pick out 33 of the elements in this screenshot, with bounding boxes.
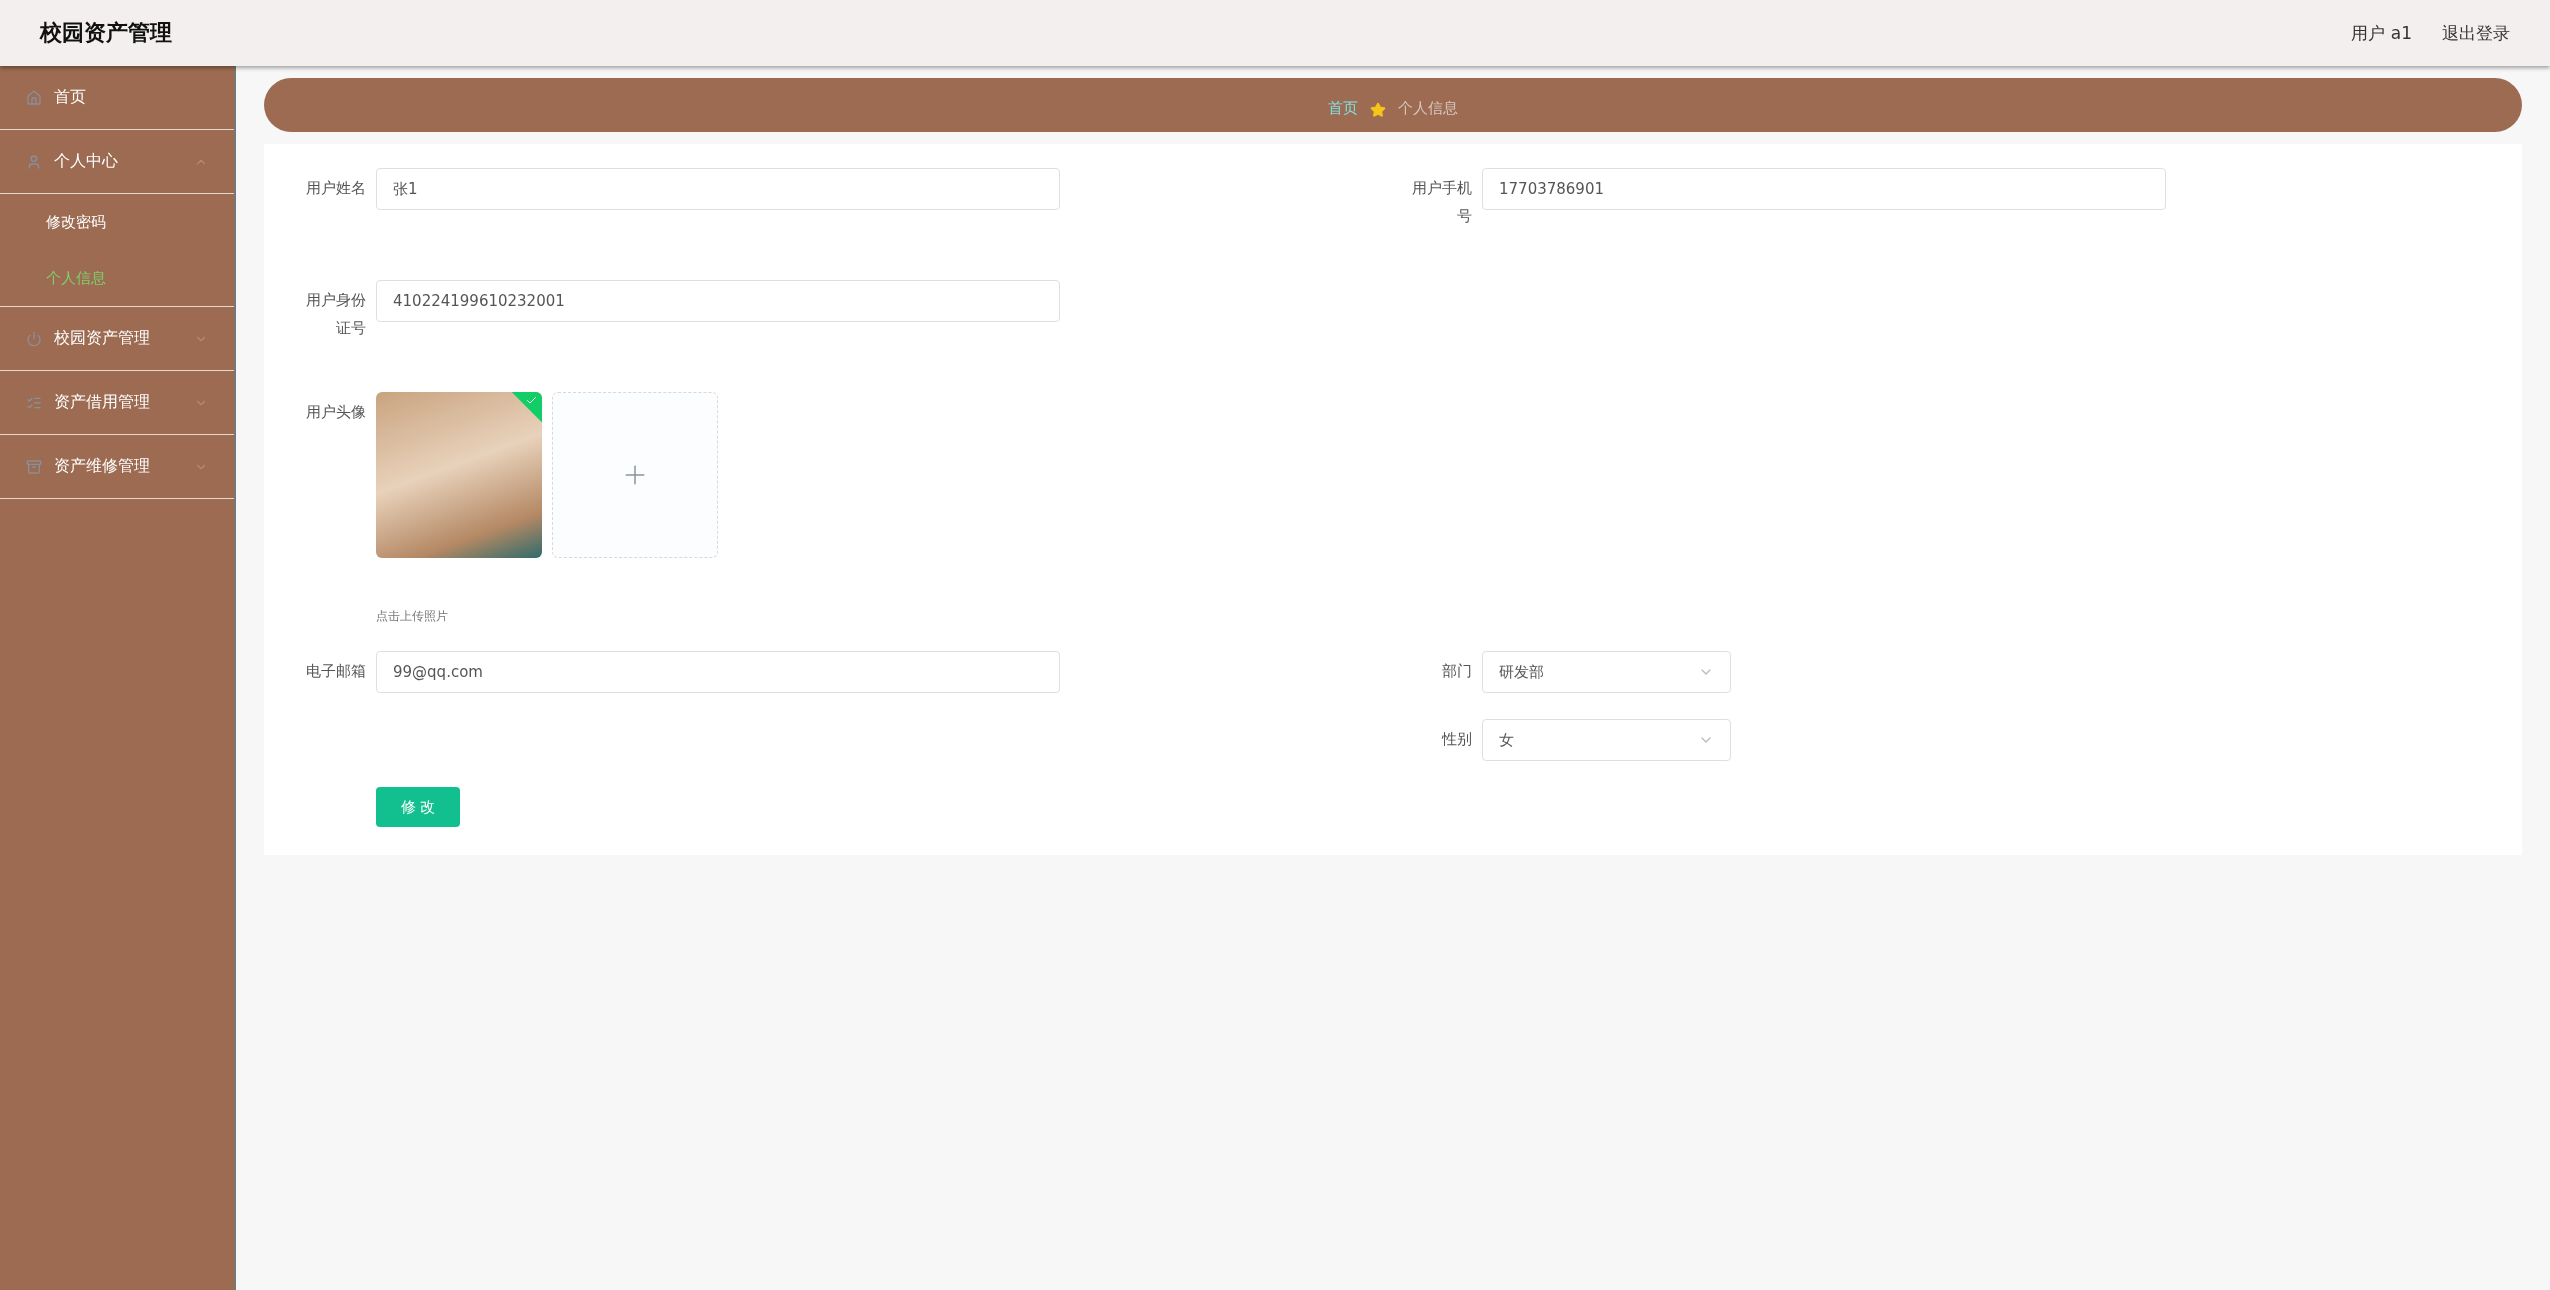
sidebar-item[interactable]: 资产借用管理	[0, 371, 234, 435]
field-label: 用户手机号	[1411, 178, 1472, 227]
text-field[interactable]: 99@qq.com	[376, 651, 1060, 693]
field-label: 用户头像	[305, 402, 366, 423]
star-icon	[1370, 102, 1386, 118]
field-label: 用户姓名	[305, 178, 366, 199]
power-icon	[26, 330, 42, 347]
upload-hint: 点击上传照片	[376, 608, 449, 625]
logout-link[interactable]: 退出登录	[2442, 21, 2510, 45]
sidebar-item[interactable]: 首页	[0, 66, 234, 130]
house-icon	[26, 89, 42, 106]
upload-box[interactable]	[552, 392, 718, 558]
sidebar-subitem[interactable]: 修改密码	[0, 194, 234, 250]
breadcrumb-current: 个人信息	[1398, 99, 1458, 118]
user-name: 用户 a1	[2351, 21, 2412, 45]
user-icon	[26, 153, 42, 170]
sidebar-item[interactable]: 资产维修管理	[0, 435, 234, 499]
field-label: 部门	[1441, 661, 1472, 682]
sidebar-item[interactable]: 校园资产管理	[0, 307, 234, 371]
app-title: 校园资产管理	[40, 19, 172, 47]
field-label: 电子邮箱	[305, 661, 366, 682]
sidebar-subitem[interactable]: 个人信息	[0, 250, 234, 306]
field-label: 性别	[1440, 729, 1472, 750]
select-field[interactable]: 女	[1482, 719, 1731, 761]
text-field[interactable]: 410224199610232001	[376, 280, 1060, 322]
sidebar-item[interactable]: 个人中心	[0, 130, 234, 194]
text-field[interactable]: 17703786901	[1482, 168, 2166, 210]
text-field[interactable]: 张1	[376, 168, 1060, 210]
submit-button[interactable]: 修 改	[376, 787, 460, 827]
archive-icon	[26, 458, 42, 475]
select-field[interactable]: 研发部	[1482, 651, 1731, 693]
field-label: 用户身份证号	[305, 290, 366, 339]
breadcrumb-link[interactable]: 首页	[1328, 99, 1358, 118]
